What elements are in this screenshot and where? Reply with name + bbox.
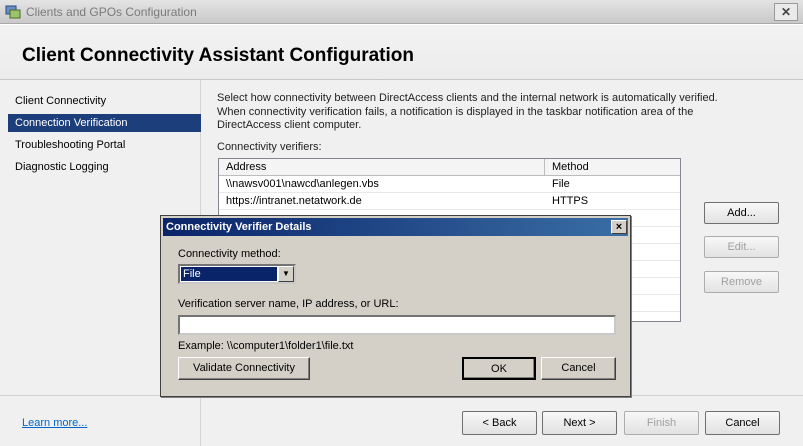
column-header-method[interactable]: Method bbox=[545, 159, 680, 176]
cell-address: https://intranet.netatwork.de bbox=[226, 195, 362, 207]
app-icon bbox=[5, 4, 21, 20]
finish-button[interactable]: Finish bbox=[624, 411, 699, 435]
column-header-address[interactable]: Address bbox=[219, 159, 545, 176]
dialog-close-button[interactable]: × bbox=[611, 220, 627, 234]
cell-address: \\nawsv001\nawcd\anlegen.vbs bbox=[226, 178, 379, 190]
sidebar-item-client-connectivity[interactable]: Client Connectivity bbox=[8, 92, 201, 110]
sidebar-item-connection-verification[interactable]: Connection Verification bbox=[8, 114, 201, 132]
verifiers-label: Connectivity verifiers: bbox=[217, 141, 322, 153]
remove-button[interactable]: Remove bbox=[704, 271, 779, 293]
edit-button[interactable]: Edit... bbox=[704, 236, 779, 258]
add-button[interactable]: Add... bbox=[704, 202, 779, 224]
page-title: Client Connectivity Assistant Configurat… bbox=[22, 45, 414, 66]
table-row[interactable]: \\nawsv001\nawcd\anlegen.vbs File bbox=[219, 176, 680, 193]
description-text: Select how connectivity between DirectAc… bbox=[217, 92, 718, 131]
sidebar-item-troubleshooting-portal[interactable]: Troubleshooting Portal bbox=[8, 136, 201, 154]
dialog-cancel-button[interactable]: Cancel bbox=[541, 357, 616, 380]
connectivity-verifier-dialog: Connectivity Verifier Details × Connecti… bbox=[160, 215, 631, 397]
window-close-button[interactable]: ✕ bbox=[774, 3, 798, 21]
cell-method: HTTPS bbox=[552, 195, 589, 207]
method-dropdown[interactable]: File ▼ bbox=[178, 264, 296, 284]
dialog-title: Connectivity Verifier Details bbox=[166, 221, 312, 233]
next-button[interactable]: Next > bbox=[542, 411, 617, 435]
table-row[interactable]: https://intranet.netatwork.de HTTPS bbox=[219, 193, 680, 210]
server-url-input[interactable] bbox=[178, 315, 616, 335]
cancel-button[interactable]: Cancel bbox=[705, 411, 780, 435]
cell-method: File bbox=[552, 178, 570, 190]
page-header: Client Connectivity Assistant Configurat… bbox=[0, 25, 803, 80]
sidebar-item-diagnostic-logging[interactable]: Diagnostic Logging bbox=[8, 158, 201, 176]
example-text: Example: \\computer1\folder1\file.txt bbox=[178, 340, 354, 352]
method-label: Connectivity method: bbox=[178, 248, 281, 260]
dialog-title-bar: Connectivity Verifier Details × bbox=[163, 218, 628, 236]
learn-more-link[interactable]: Learn more... bbox=[22, 417, 87, 429]
ok-button[interactable]: OK bbox=[462, 357, 536, 380]
dropdown-arrow-icon[interactable]: ▼ bbox=[278, 266, 294, 282]
back-button[interactable]: < Back bbox=[462, 411, 537, 435]
method-selected-value: File bbox=[181, 267, 277, 281]
validate-connectivity-button[interactable]: Validate Connectivity bbox=[178, 357, 310, 380]
server-label: Verification server name, IP address, or… bbox=[178, 298, 399, 310]
window-title: Clients and GPOs Configuration bbox=[26, 5, 197, 19]
